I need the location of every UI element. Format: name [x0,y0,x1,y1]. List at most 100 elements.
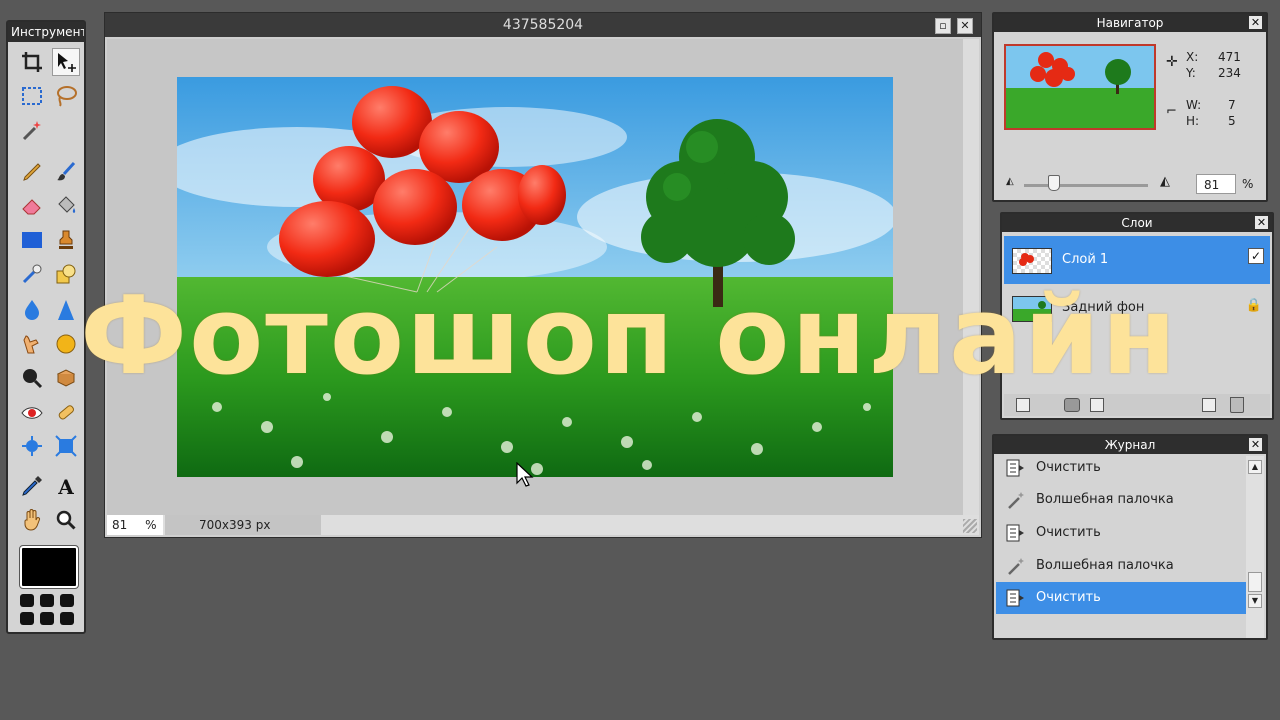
history-item-label: Волшебная палочка [1036,558,1174,573]
bloat-tool-icon[interactable] [18,432,46,460]
color-picker-tool-icon[interactable] [18,472,46,500]
tools-panel-title: Инструмент [8,22,84,42]
navigator-panel: Навигатор ✕ ✛ X: 471 Y: 234 ⌐ W: 7 H: 5 … [992,12,1268,202]
scroll-down-icon[interactable]: ▼ [1248,594,1262,608]
gradient-tool-icon[interactable] [18,226,46,254]
smudge-tool-icon[interactable] [18,330,46,358]
navigator-thumbnail[interactable] [1004,44,1156,130]
scroll-thumb[interactable] [1248,572,1262,592]
history-title-text: Журнал [1104,438,1156,452]
nav-x-label: X: [1186,50,1199,64]
tool-presets[interactable] [20,594,76,626]
brush-tool-icon[interactable] [52,158,80,186]
layers-close-icon[interactable]: ✕ [1255,216,1268,229]
selection-size-icon: ⌐ [1166,104,1177,119]
document-titlebar[interactable]: 437585204 ▫ ✕ [105,13,981,37]
crop-tool-icon[interactable] [18,48,46,76]
blur-tool-icon[interactable] [18,296,46,324]
layer-mask-icon[interactable] [1064,398,1080,412]
magnifier-tool-icon[interactable] [52,506,80,534]
clear-icon [1006,459,1024,477]
image-dimensions: 700x393 px [165,515,321,535]
lock-icon: 🔒 [1245,298,1262,313]
nav-x-value: 471 [1218,50,1241,64]
layer-name: Слой 1 [1062,252,1109,267]
clear-icon [1006,524,1024,542]
sharpen-tool-icon[interactable] [52,296,80,324]
history-item[interactable]: Волшебная палочка [996,484,1246,516]
layers-title: Слои ✕ [1002,214,1272,232]
history-item-label: Очистить [1036,460,1101,475]
zoom-slider-handle[interactable] [1048,175,1060,191]
zoom-in-icon[interactable]: ◭ [1160,174,1170,189]
red-eye-tool-icon[interactable] [18,398,46,426]
svg-text:A: A [57,475,74,498]
zoom-value: 81 [112,518,128,532]
layer-style-icon[interactable] [1016,398,1030,412]
marquee-tool-icon[interactable] [18,82,46,110]
text-tool-icon[interactable]: A [52,472,80,500]
history-item[interactable]: Очистить [996,517,1246,549]
zoom-unit: % [145,518,157,532]
history-scrollbar[interactable]: ▲ ▼ [1246,456,1264,638]
document-title: 437585204 [502,17,584,33]
history-item-label: Очистить [1036,525,1101,540]
nav-y-value: 234 [1218,66,1241,80]
document-statusbar: 81 % 700x393 px [107,515,979,535]
close-icon[interactable]: ✕ [957,18,973,34]
layer-thumbnail-image [1019,253,1034,266]
history-item-label: Волшебная палочка [1036,492,1174,507]
zoom-field[interactable]: 81 % [107,515,163,535]
pinch-tool-icon[interactable] [52,432,80,460]
color-replace-tool-icon[interactable] [18,260,46,288]
burn-tool-icon[interactable] [52,364,80,392]
layer-settings-icon[interactable] [1090,398,1104,412]
stamp-tool-icon[interactable] [52,226,80,254]
shape-tool-icon[interactable] [52,260,80,288]
history-item[interactable]: Волшебная палочка [996,550,1246,582]
magic-wand-icon [1008,492,1024,509]
zoom-tool-icon[interactable] [18,364,46,392]
pencil-tool-icon[interactable] [18,158,46,186]
layer-visibility-checkbox[interactable]: ✓ [1248,248,1264,264]
zoom-slider-track[interactable] [1024,184,1148,187]
tools-panel: Инструмент A [6,20,86,634]
nav-h-value: 5 [1228,114,1236,128]
foreground-color-swatch[interactable] [19,545,79,589]
zoom-percent-label: % [1242,177,1254,191]
mouse-cursor-icon [516,462,534,487]
paint-bucket-tool-icon[interactable] [52,192,80,220]
nav-y-label: Y: [1186,66,1196,80]
delete-layer-icon[interactable] [1230,397,1244,413]
layers-title-text: Слои [1121,216,1153,230]
nav-h-label: H: [1186,114,1200,128]
overlay-title: Фотошоп онлайн [80,274,1179,399]
nav-w-label: W: [1186,98,1202,112]
maximize-icon[interactable]: ▫ [935,18,951,34]
lasso-tool-icon[interactable] [52,82,80,110]
scroll-up-icon[interactable]: ▲ [1248,460,1262,474]
hand-tool-icon[interactable] [18,506,46,534]
new-layer-icon[interactable] [1202,398,1216,412]
spot-heal-tool-icon[interactable] [52,398,80,426]
history-item-label: Очистить [1036,590,1101,605]
clear-icon [1006,589,1024,607]
history-item[interactable]: Очистить [996,452,1246,484]
layer-thumbnail [1012,248,1052,274]
navigator-title: Навигатор ✕ [994,14,1266,32]
magic-wand-icon [1008,558,1024,575]
navigator-close-icon[interactable]: ✕ [1249,16,1262,29]
resize-grip[interactable] [963,519,977,533]
move-tool-icon[interactable] [52,48,80,76]
crosshair-icon: ✛ [1166,54,1178,70]
magic-wand-tool-icon[interactable] [18,116,46,144]
nav-w-value: 7 [1228,98,1236,112]
zoom-input[interactable]: 81 [1196,174,1236,194]
eraser-tool-icon[interactable] [18,192,46,220]
zoom-out-icon[interactable]: ◭ [1006,176,1014,187]
history-item-active[interactable]: Очистить [996,582,1246,614]
navigator-thumbnail-image [1006,46,1154,128]
sponge-tool-icon[interactable] [52,330,80,358]
history-close-icon[interactable]: ✕ [1249,438,1262,451]
navigator-title-text: Навигатор [1096,16,1164,30]
